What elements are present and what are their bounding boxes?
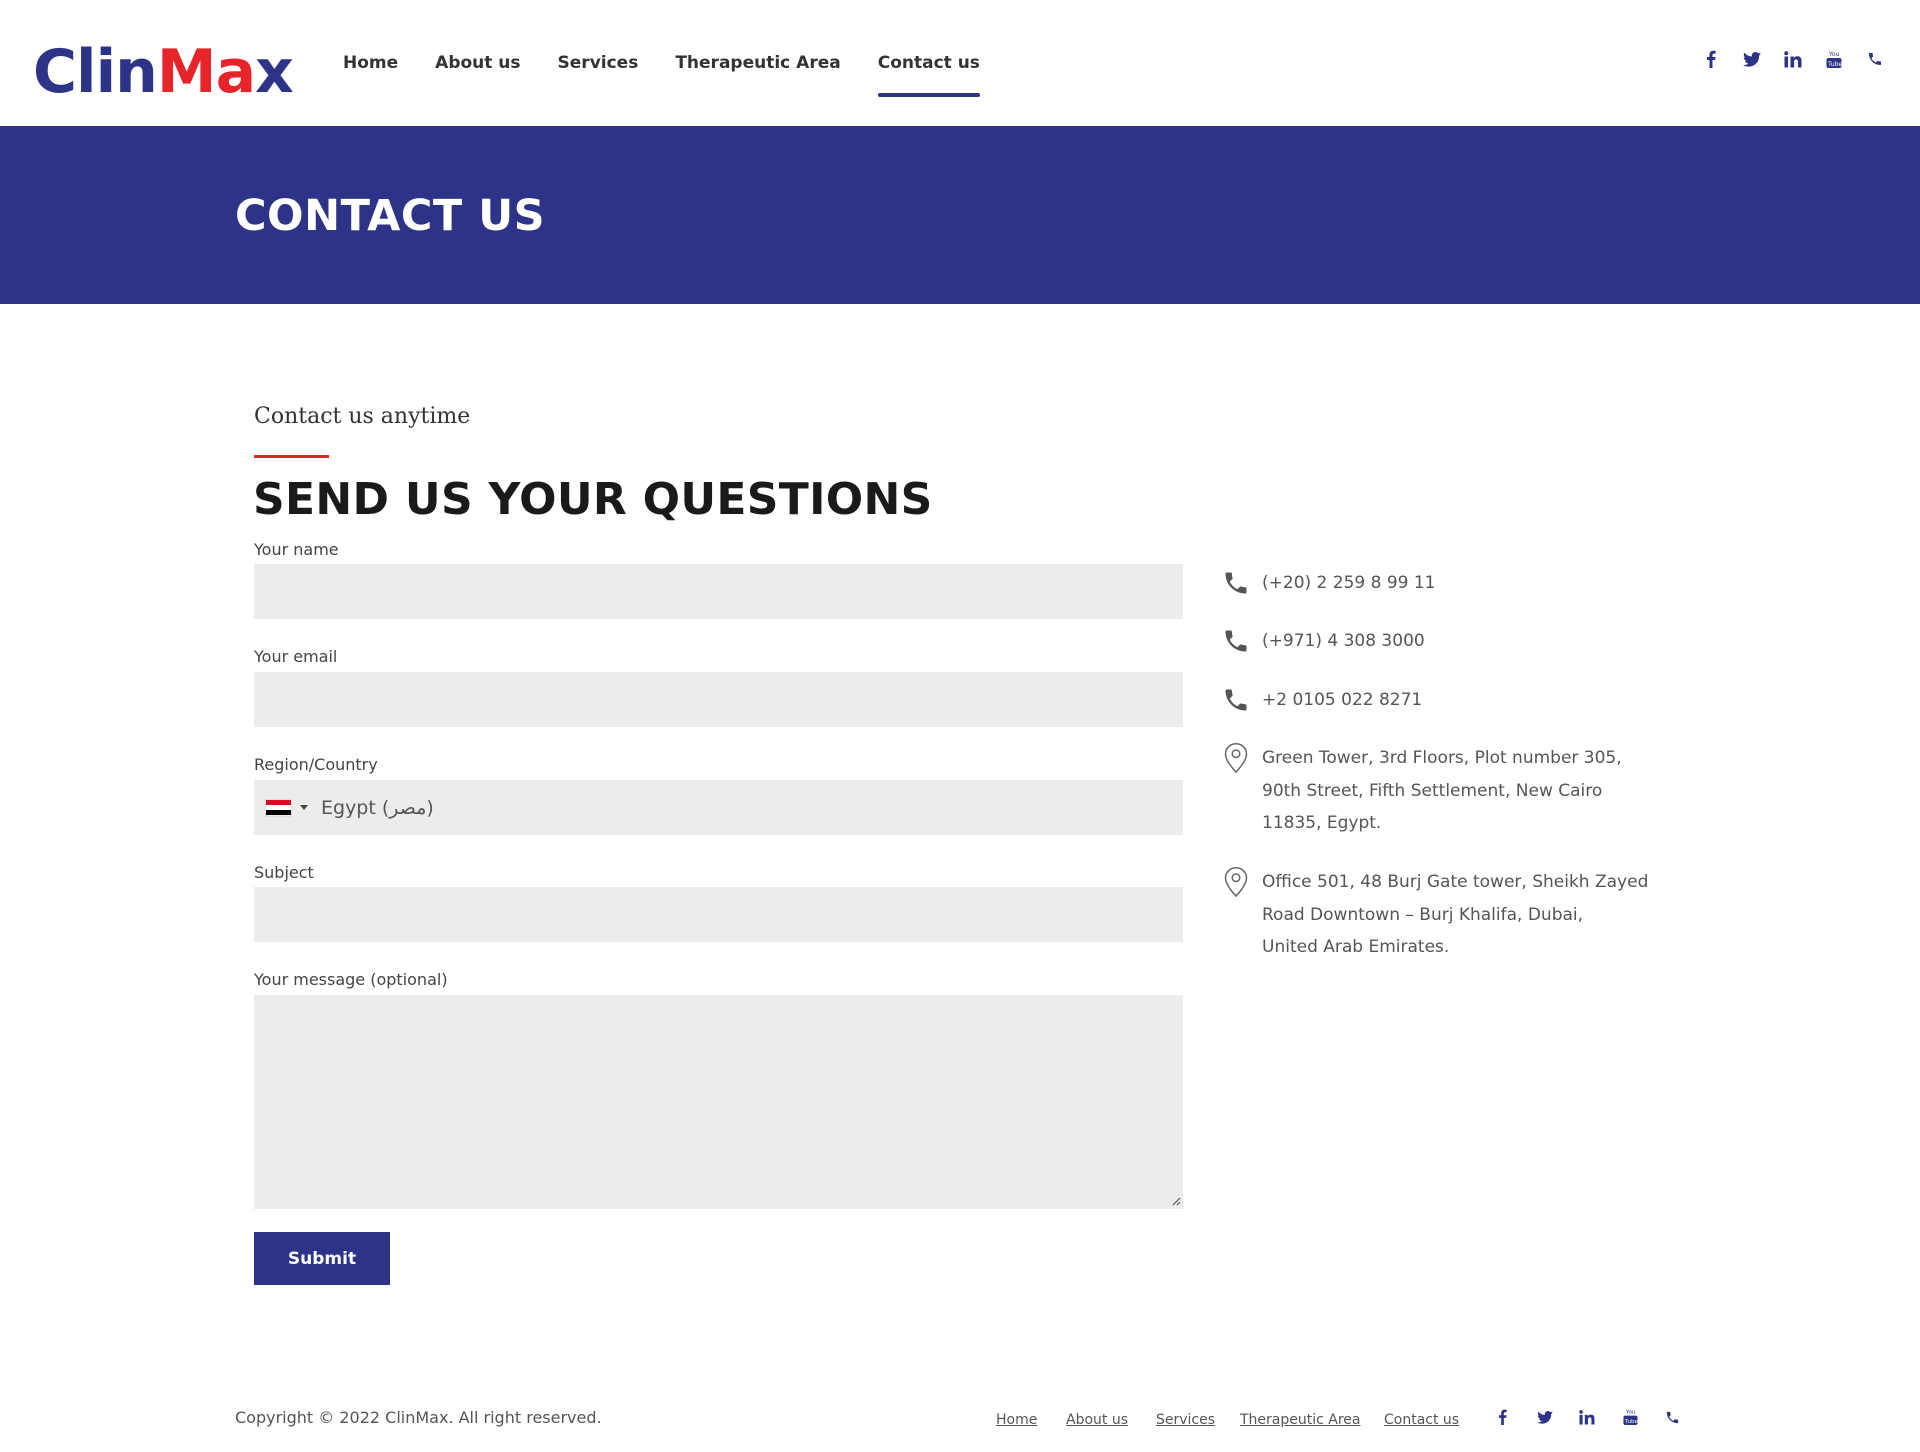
logo-text-ma: Ma xyxy=(156,37,256,107)
egypt-flag-icon[interactable] xyxy=(265,798,292,817)
nav-therapeutic-area[interactable]: Therapeutic Area xyxy=(675,0,840,126)
footer-link-therapeutic-area[interactable]: Therapeutic Area xyxy=(1240,1412,1361,1428)
header-social-links: You Tube xyxy=(1681,48,1886,70)
nav-contact-us[interactable]: Contact us xyxy=(877,0,981,126)
phone-icon xyxy=(1225,630,1247,652)
phone-number: (+20) 2 259 8 99 11 xyxy=(1262,573,1436,593)
eyebrow-divider xyxy=(254,455,329,458)
phone-icon xyxy=(1225,572,1247,594)
footer-link-contact-us[interactable]: Contact us xyxy=(1384,1412,1459,1428)
footer-link-about-us[interactable]: About us xyxy=(1066,1412,1128,1428)
country-value: Egypt (‫مصر‬‎) xyxy=(321,796,434,819)
country-select[interactable]: Egypt (‫مصر‬‎) xyxy=(254,780,1183,835)
main-nav: Home About us Services Therapeutic Area … xyxy=(343,0,1017,126)
clinmax-logo[interactable]: ClinMax xyxy=(33,36,294,108)
email-label: Your email xyxy=(254,647,338,666)
phone-number: +2 0105 022 8271 xyxy=(1262,690,1423,710)
country-label: Region/Country xyxy=(254,755,378,774)
linkedin-icon[interactable] xyxy=(1782,48,1804,70)
subject-field[interactable] xyxy=(254,887,1183,942)
location-pin-icon xyxy=(1224,742,1248,774)
youtube-icon[interactable]: You Tube xyxy=(1620,1407,1640,1427)
subject-label: Subject xyxy=(254,863,314,882)
address-line: 11835, Egypt. xyxy=(1262,813,1382,833)
phone-number: (+971) 4 308 3000 xyxy=(1262,631,1425,651)
nav-services[interactable]: Services xyxy=(558,0,639,126)
message-label: Your message (optional) xyxy=(254,970,448,989)
footer-link-services[interactable]: Services xyxy=(1156,1412,1215,1428)
footer-link-home[interactable]: Home xyxy=(996,1412,1037,1428)
nav-home[interactable]: Home xyxy=(343,0,398,126)
caret-down-icon[interactable] xyxy=(300,805,308,810)
location-pin-icon xyxy=(1224,866,1248,898)
svg-text:You: You xyxy=(1828,51,1840,58)
submit-button[interactable]: Submit xyxy=(254,1232,390,1285)
youtube-icon[interactable]: You Tube xyxy=(1823,48,1845,70)
logo-text-x: x xyxy=(255,37,294,107)
message-field[interactable] xyxy=(254,995,1183,1209)
email-field[interactable] xyxy=(254,672,1183,727)
section-eyebrow: Contact us anytime xyxy=(254,404,471,429)
phone-icon[interactable] xyxy=(1662,1407,1682,1427)
name-label: Your name xyxy=(254,540,339,559)
address-line: United Arab Emirates. xyxy=(1262,937,1450,957)
site-header: ClinMax Home About us Services Therapeut… xyxy=(0,0,1920,126)
phone-icon[interactable] xyxy=(1864,48,1886,70)
twitter-icon[interactable] xyxy=(1535,1407,1555,1427)
facebook-icon[interactable] xyxy=(1700,48,1722,70)
twitter-icon[interactable] xyxy=(1741,48,1763,70)
nav-about-us[interactable]: About us xyxy=(435,0,520,126)
address-line: 90th Street, Fifth Settlement, New Cairo xyxy=(1262,780,1603,801)
resize-handle-icon[interactable] xyxy=(1169,1194,1181,1206)
linkedin-icon[interactable] xyxy=(1577,1407,1597,1427)
phone-icon xyxy=(1225,689,1247,711)
address-line: Green Tower, 3rd Floors, Plot number 305… xyxy=(1262,748,1622,768)
page-banner: CONTACT US xyxy=(0,126,1920,304)
section-title: SEND US YOUR QUESTIONS xyxy=(253,474,933,525)
page-title: CONTACT US xyxy=(235,191,546,241)
name-field[interactable] xyxy=(254,564,1183,619)
logo-text-clin: Clin xyxy=(33,37,158,107)
copyright-text: Copyright © 2022 ClinMax. All right rese… xyxy=(235,1408,602,1427)
address-line: Office 501, 48 Burj Gate tower, Sheikh Z… xyxy=(1262,872,1649,892)
address-line: Road Downtown – Burj Khalifa, Dubai, xyxy=(1262,904,1584,925)
svg-text:You: You xyxy=(1624,1410,1635,1416)
svg-text:Tube: Tube xyxy=(1827,61,1842,68)
facebook-icon[interactable] xyxy=(1492,1407,1512,1427)
svg-text:Tube: Tube xyxy=(1623,1419,1637,1425)
